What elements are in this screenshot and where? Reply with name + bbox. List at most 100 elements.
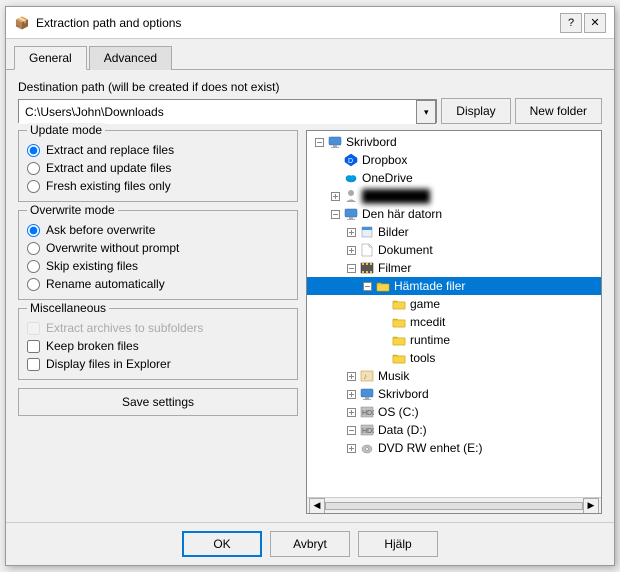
tree-item[interactable]: Den här datorn bbox=[307, 205, 601, 223]
tree-item[interactable]: OneDrive bbox=[307, 169, 601, 187]
tree-item[interactable]: Skrivbord bbox=[307, 385, 601, 403]
tree-expander[interactable] bbox=[343, 223, 359, 241]
tree-item-label: mcedit bbox=[410, 315, 445, 329]
destination-label: Destination path (will be created if doe… bbox=[18, 80, 602, 94]
tab-advanced[interactable]: Advanced bbox=[89, 46, 172, 70]
tree-item[interactable]: HDDOS (C:) bbox=[307, 403, 601, 421]
horizontal-scrollbar[interactable]: ◀ ▶ bbox=[307, 497, 601, 513]
tree-icon bbox=[391, 350, 407, 366]
tree-item[interactable]: Dokument bbox=[307, 241, 601, 259]
tree-item-label: game bbox=[410, 297, 440, 311]
tree-expander[interactable] bbox=[343, 403, 359, 421]
radio-extract-replace-input[interactable] bbox=[27, 144, 40, 157]
tree-item-label: tools bbox=[410, 351, 435, 365]
file-tree[interactable]: Skrivbord DDropboxOneDrive████████ Den här… bbox=[307, 131, 601, 497]
radio-extract-replace[interactable]: Extract and replace files bbox=[27, 143, 289, 157]
tree-expander[interactable] bbox=[343, 241, 359, 259]
tab-general[interactable]: General bbox=[14, 46, 87, 70]
bottom-bar: OK Avbryt Hjälp bbox=[6, 522, 614, 565]
tree-expander[interactable] bbox=[375, 349, 391, 367]
tree-item[interactable]: mcedit bbox=[307, 313, 601, 331]
radio-skip-existing-input[interactable] bbox=[27, 260, 40, 273]
svg-text:D: D bbox=[348, 158, 353, 165]
tree-item[interactable]: runtime bbox=[307, 331, 601, 349]
radio-skip-existing-label: Skip existing files bbox=[46, 259, 138, 273]
check-extract-subfolders[interactable]: Extract archives to subfolders bbox=[27, 321, 289, 335]
display-button[interactable]: Display bbox=[441, 98, 510, 124]
radio-extract-replace-label: Extract and replace files bbox=[46, 143, 174, 157]
svg-text:♪: ♪ bbox=[363, 372, 367, 381]
tree-expander[interactable] bbox=[343, 367, 359, 385]
tree-item[interactable]: DDropbox bbox=[307, 151, 601, 169]
radio-ask-before-input[interactable] bbox=[27, 224, 40, 237]
destination-dropdown[interactable]: ▾ bbox=[416, 100, 436, 124]
svg-text:HDD: HDD bbox=[362, 428, 374, 435]
tree-expander[interactable] bbox=[327, 151, 343, 169]
tree-item[interactable]: Skrivbord bbox=[307, 133, 601, 151]
tree-item[interactable]: tools bbox=[307, 349, 601, 367]
radio-ask-before[interactable]: Ask before overwrite bbox=[27, 223, 289, 237]
radio-overwrite-no-prompt-input[interactable] bbox=[27, 242, 40, 255]
radio-overwrite-no-prompt[interactable]: Overwrite without prompt bbox=[27, 241, 289, 255]
radio-fresh-existing-input[interactable] bbox=[27, 180, 40, 193]
tree-item[interactable]: DVD RW enhet (E:) bbox=[307, 439, 601, 457]
new-folder-button[interactable]: New folder bbox=[515, 98, 602, 124]
tree-item[interactable]: Bilder bbox=[307, 223, 601, 241]
tree-icon bbox=[375, 278, 391, 294]
tree-expander[interactable] bbox=[327, 187, 343, 205]
update-mode-title: Update mode bbox=[27, 123, 105, 137]
tree-expander[interactable] bbox=[359, 277, 375, 295]
tree-item[interactable]: Filmer bbox=[307, 259, 601, 277]
cancel-button[interactable]: Avbryt bbox=[270, 531, 350, 557]
tree-item-label: Musik bbox=[378, 369, 409, 383]
close-button[interactable]: ✕ bbox=[584, 13, 606, 33]
tree-item-label: OS (C:) bbox=[378, 405, 419, 419]
check-extract-subfolders-input[interactable] bbox=[27, 322, 40, 335]
tree-item[interactable]: HDDData (D:) bbox=[307, 421, 601, 439]
tree-expander[interactable] bbox=[327, 205, 343, 223]
radio-extract-update-input[interactable] bbox=[27, 162, 40, 175]
tree-expander[interactable] bbox=[375, 331, 391, 349]
ok-button[interactable]: OK bbox=[182, 531, 262, 557]
tree-item-label: Filmer bbox=[378, 261, 411, 275]
dialog: 📦 Extraction path and options ? ✕ Genera… bbox=[5, 6, 615, 566]
tree-item[interactable]: game bbox=[307, 295, 601, 313]
radio-skip-existing[interactable]: Skip existing files bbox=[27, 259, 289, 273]
tree-item[interactable]: ♪ Musik bbox=[307, 367, 601, 385]
scroll-left-arrow[interactable]: ◀ bbox=[309, 498, 325, 514]
radio-extract-update[interactable]: Extract and update files bbox=[27, 161, 289, 175]
scroll-right-arrow[interactable]: ▶ bbox=[583, 498, 599, 514]
tree-expander[interactable] bbox=[327, 169, 343, 187]
tree-item-label: Den här datorn bbox=[362, 207, 442, 221]
check-display-explorer[interactable]: Display files in Explorer bbox=[27, 357, 289, 371]
tree-icon bbox=[343, 170, 359, 186]
tree-expander[interactable] bbox=[343, 385, 359, 403]
tree-expander[interactable] bbox=[343, 259, 359, 277]
help-button[interactable]: ? bbox=[560, 13, 582, 33]
update-mode-options: Extract and replace files Extract and up… bbox=[27, 143, 289, 193]
tree-expander[interactable] bbox=[343, 421, 359, 439]
title-bar-buttons: ? ✕ bbox=[560, 13, 606, 33]
check-display-explorer-input[interactable] bbox=[27, 358, 40, 371]
check-keep-broken[interactable]: Keep broken files bbox=[27, 339, 289, 353]
tree-icon bbox=[343, 188, 359, 204]
tree-expander[interactable] bbox=[343, 439, 359, 457]
tree-expander[interactable] bbox=[311, 133, 327, 151]
help-button-bottom[interactable]: Hjälp bbox=[358, 531, 438, 557]
tree-item-label: Skrivbord bbox=[346, 135, 397, 149]
tree-item[interactable]: ████████ bbox=[307, 187, 601, 205]
misc-options: Extract archives to subfolders Keep brok… bbox=[27, 321, 289, 371]
radio-rename-auto[interactable]: Rename automatically bbox=[27, 277, 289, 291]
radio-fresh-existing[interactable]: Fresh existing files only bbox=[27, 179, 289, 193]
tree-icon bbox=[343, 206, 359, 222]
tree-expander[interactable] bbox=[375, 295, 391, 313]
tree-expander[interactable] bbox=[375, 313, 391, 331]
check-keep-broken-input[interactable] bbox=[27, 340, 40, 353]
save-settings-button[interactable]: Save settings bbox=[18, 388, 298, 416]
destination-input[interactable] bbox=[19, 100, 416, 124]
radio-rename-auto-input[interactable] bbox=[27, 278, 40, 291]
overwrite-mode-title: Overwrite mode bbox=[27, 203, 118, 217]
tree-item[interactable]: Hämtade filer bbox=[307, 277, 601, 295]
overwrite-mode-group: Overwrite mode Ask before overwrite Over… bbox=[18, 210, 298, 300]
tree-item-label: runtime bbox=[410, 333, 450, 347]
